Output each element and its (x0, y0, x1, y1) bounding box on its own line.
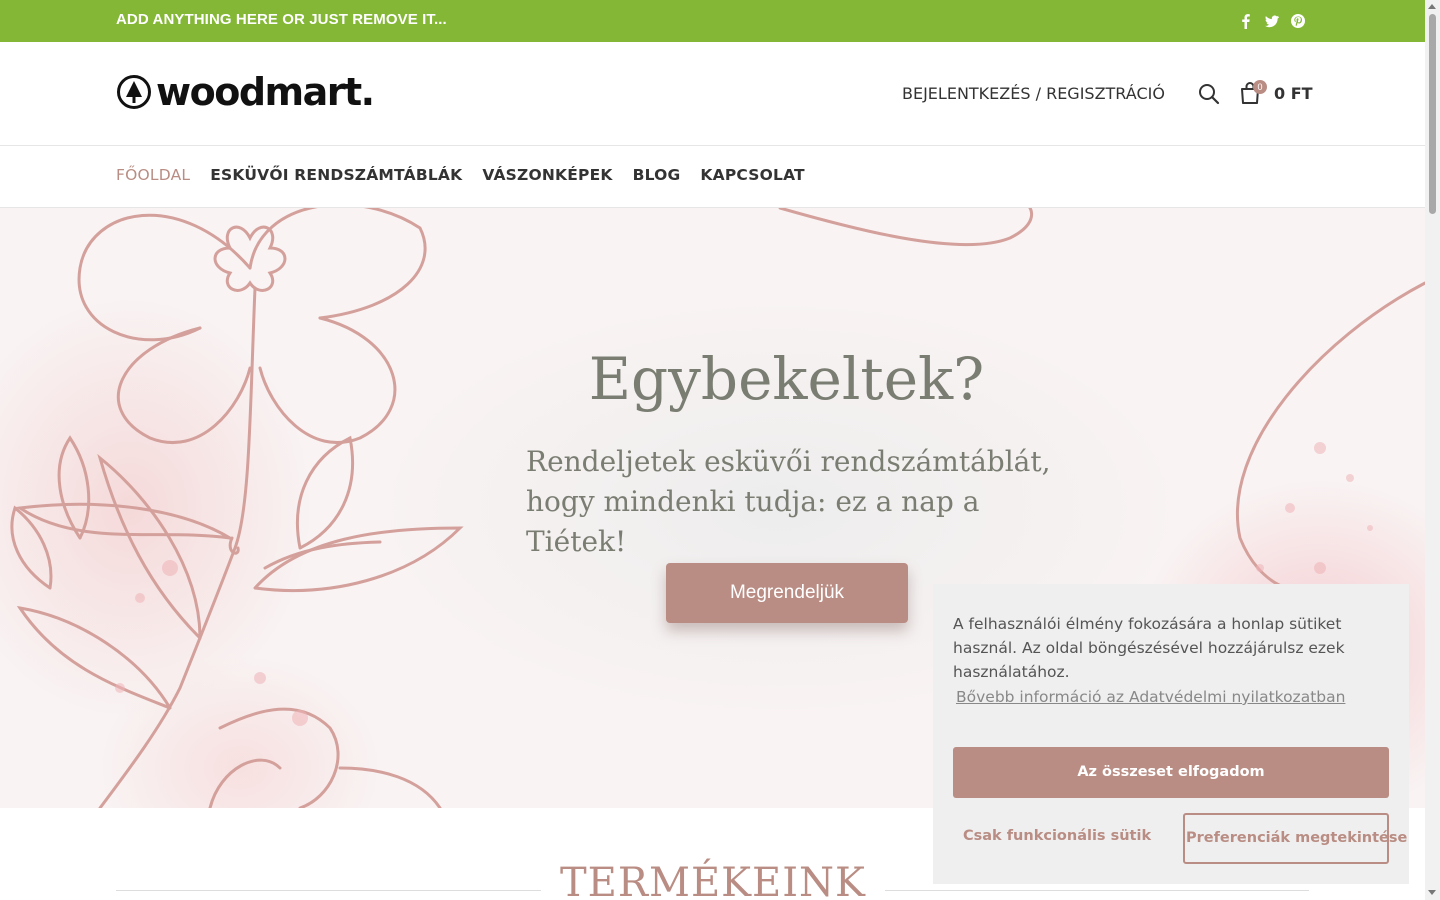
scroll-down-arrow-icon[interactable] (1428, 890, 1436, 895)
nav-item-blog[interactable]: BLOG (633, 166, 681, 184)
accept-all-button[interactable]: Az összeset elfogadom (953, 747, 1389, 798)
page-scrollbar[interactable] (1425, 0, 1440, 900)
scrollbar-thumb[interactable] (1429, 14, 1436, 214)
cookie-message: A felhasználói élmény fokozására a honla… (953, 615, 1345, 681)
main-navigation: FŐOLDAL ESKÜVŐI RENDSZÁMTÁBLÁK VÁSZONKÉP… (0, 147, 1425, 208)
nav-list: FŐOLDAL ESKÜVŐI RENDSZÁMTÁBLÁK VÁSZONKÉP… (116, 166, 805, 184)
view-preferences-button[interactable]: Preferenciák megtekintése (1183, 813, 1407, 864)
nav-item-contact[interactable]: KAPCSOLAT (700, 166, 804, 184)
cart-total[interactable]: 0 FT (1274, 84, 1313, 103)
topbar: ADD ANYTHING HERE OR JUST REMOVE IT... (0, 0, 1425, 42)
header: woodmart. BEJELENTKEZÉS / REGISZTRÁCIÓ 0… (0, 42, 1425, 146)
nav-item-home[interactable]: FŐOLDAL (116, 166, 190, 184)
hero-title: Egybekeltek? (588, 345, 985, 413)
social-links (1238, 12, 1306, 30)
search-icon[interactable] (1198, 83, 1220, 105)
tree-logo-icon (117, 75, 151, 109)
hero-subtitle: Rendeljetek esküvői rendszámtáblát, hogy… (526, 442, 1086, 562)
order-button[interactable]: Megrendeljük (666, 563, 908, 623)
cookie-consent-banner: A felhasználói élmény fokozására a honla… (933, 584, 1409, 884)
login-register-link[interactable]: BEJELENTKEZÉS / REGISZTRÁCIÓ (902, 84, 1165, 103)
site-logo[interactable]: woodmart. (116, 70, 375, 114)
twitter-icon[interactable] (1264, 12, 1280, 30)
products-title: TERMÉKEINK (560, 860, 866, 900)
nav-item-wedding-plates[interactable]: ESKÜVŐI RENDSZÁMTÁBLÁK (210, 166, 462, 184)
privacy-policy-link[interactable]: Bővebb információ az Adatvédelmi nyilatk… (956, 688, 1345, 706)
divider-left (116, 890, 541, 891)
topbar-text: ADD ANYTHING HERE OR JUST REMOVE IT... (116, 11, 447, 28)
logo-text: woodmart. (156, 70, 375, 114)
cart-count-badge: 0 (1253, 80, 1267, 94)
scroll-up-arrow-icon[interactable] (1428, 4, 1436, 9)
hero-subtitle-line-2: hogy mindenki tudja: ez a nap a Tiétek! (526, 485, 980, 558)
nav-item-canvas-pictures[interactable]: VÁSZONKÉPEK (482, 166, 612, 184)
hero-subtitle-line-1: Rendeljetek esküvői rendszámtáblát, (526, 445, 1051, 478)
functional-only-button[interactable]: Csak funkcionális sütik (963, 828, 1151, 844)
facebook-icon[interactable] (1238, 12, 1254, 30)
pinterest-icon[interactable] (1290, 12, 1306, 30)
divider-right (885, 890, 1309, 891)
